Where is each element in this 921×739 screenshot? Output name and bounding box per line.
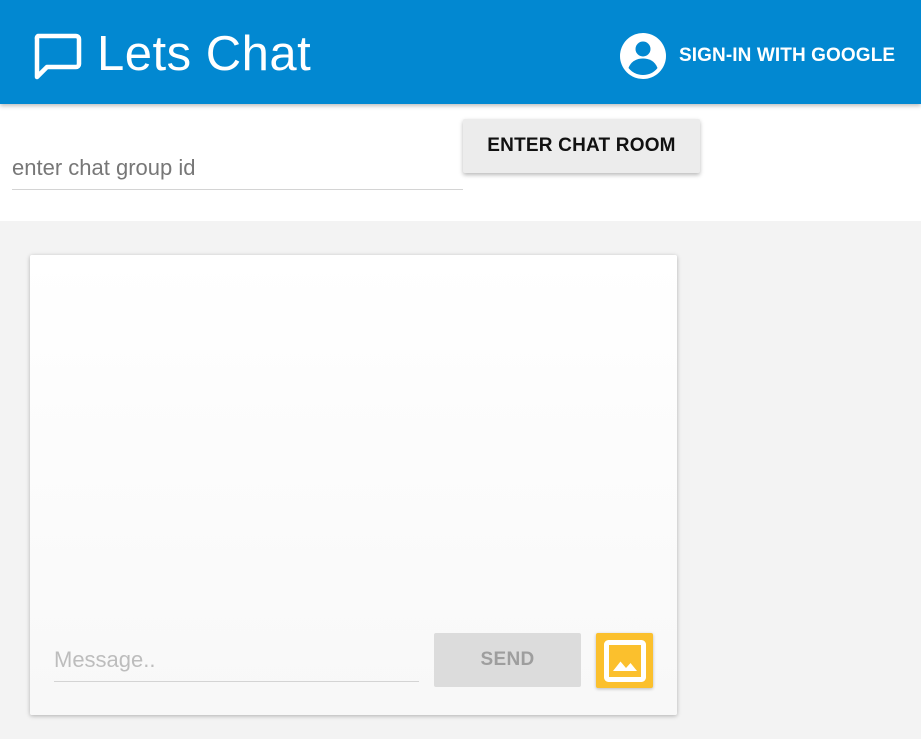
account-circle-icon xyxy=(620,33,666,79)
image-icon xyxy=(603,639,646,682)
message-list xyxy=(30,255,677,615)
chat-card: SEND xyxy=(30,255,677,715)
send-button[interactable]: SEND xyxy=(434,633,581,687)
chat-group-panel: ENTER CHAT ROOM xyxy=(0,104,921,221)
chat-bubble-icon xyxy=(34,33,82,80)
sign-in-google-button[interactable]: SIGN-IN WITH GOOGLE xyxy=(619,32,909,80)
upload-image-button[interactable] xyxy=(596,633,653,688)
message-input[interactable] xyxy=(54,640,419,682)
enter-chat-room-button[interactable]: ENTER CHAT ROOM xyxy=(463,119,700,173)
sign-in-label: SIGN-IN WITH GOOGLE xyxy=(679,45,896,66)
app-title: Lets Chat xyxy=(97,27,312,81)
app-header: Lets Chat SIGN-IN WITH GOOGLE xyxy=(0,0,921,104)
chat-group-id-input[interactable] xyxy=(12,150,463,190)
